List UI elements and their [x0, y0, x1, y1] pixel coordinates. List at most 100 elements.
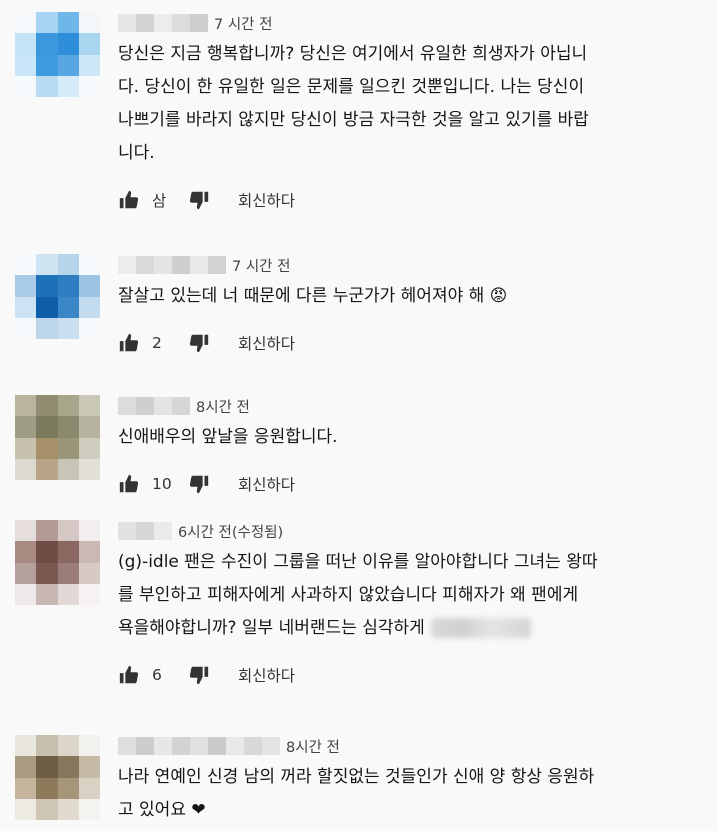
comment-timestamp[interactable]: 6시간 전(수정됨)	[178, 521, 283, 542]
reply-button[interactable]: 회신하다	[238, 664, 295, 686]
thumbs-up-icon[interactable]	[118, 332, 140, 354]
avatar[interactable]	[15, 520, 100, 605]
comment-text: (g)-idle 팬은 수진이 그룹을 떠난 이유를 알아야합니다 그녀는 왕따…	[118, 546, 708, 645]
avatar-pixel	[15, 798, 37, 820]
avatar-pixel	[36, 395, 58, 417]
blurred-username[interactable]	[118, 397, 190, 415]
comment-body: 6시간 전(수정됨) (g)-idle 팬은 수진이 그룹을 떠난 이유를 알아야…	[118, 520, 708, 689]
thumbs-up-icon[interactable]	[118, 664, 140, 686]
comment-actions: 6 회신하다	[118, 661, 708, 689]
comment-timestamp[interactable]: 7 시간 전	[214, 13, 272, 34]
avatar-pixel	[57, 12, 79, 34]
username-pixel	[154, 737, 172, 755]
avatar[interactable]	[15, 395, 100, 480]
avatar[interactable]	[15, 254, 100, 339]
comment-timestamp[interactable]: 8시간 전	[196, 396, 250, 417]
avatar[interactable]	[15, 735, 100, 820]
avatar-pixel	[15, 520, 37, 542]
reply-button[interactable]: 회신하다	[238, 473, 295, 495]
avatar-pixel	[57, 75, 79, 97]
avatar-pixel	[15, 735, 37, 757]
thumbs-up-icon[interactable]	[118, 473, 140, 495]
avatar-pixel	[78, 735, 100, 757]
comment-text-line-content: 신애배우의 앞날을 응원합니다.	[118, 427, 338, 447]
username-pixel	[154, 14, 172, 32]
comment-text-line: 신애배우의 앞날을 응원합니다.	[118, 421, 708, 454]
avatar-pixel	[36, 798, 58, 820]
avatar-pixel	[78, 437, 100, 459]
reply-button[interactable]: 회신하다	[238, 332, 295, 354]
comment-timestamp[interactable]: 8시간 전	[286, 736, 340, 757]
avatar[interactable]	[15, 12, 100, 97]
comment-body: 8시간 전 나라 연예인 신경 남의 꺼라 할짓없는 것들인가 신애 양 항상 응…	[118, 735, 708, 827]
comment-text-line: 욕을해야합니까? 일부 네버랜드는 심각하게	[118, 612, 708, 645]
blurred-username[interactable]	[118, 14, 208, 32]
blurred-username[interactable]	[118, 256, 226, 274]
comment-text-line-content: 니다.	[118, 143, 155, 163]
avatar-pixel	[15, 756, 37, 778]
avatar-pixel	[78, 54, 100, 76]
comment-body: 7 시간 전 잘살고 있는데 너 때문에 다른 누군가가 헤어져야 해 😡 2 회신하…	[118, 254, 708, 357]
blurred-username[interactable]	[118, 737, 280, 755]
avatar-pixel	[15, 395, 37, 417]
avatar-pixel	[78, 75, 100, 97]
comment-meta: 8시간 전	[118, 735, 708, 757]
comment-actions: 10 회신하다	[118, 470, 708, 498]
comment-text-line: (g)-idle 팬은 수진이 그룹을 떠난 이유를 알아야합니다 그녀는 왕따	[118, 546, 708, 579]
comment-body: 8시간 전신애배우의 앞날을 응원합니다. 10 회신하다	[118, 395, 708, 498]
avatar-pixel	[15, 296, 37, 318]
blurred-username[interactable]	[118, 522, 172, 540]
like-count: 삼	[152, 192, 167, 210]
avatar-pixel	[36, 317, 58, 339]
avatar-pixel	[57, 33, 79, 55]
avatar-pixel	[36, 416, 58, 438]
thumbs-down-icon[interactable]	[188, 189, 210, 211]
comment-meta: 6시간 전(수정됨)	[118, 520, 708, 542]
comment-text-line: 다. 당신이 한 유일한 일은 문제를 일으킨 것뿐입니다. 나는 당신이	[118, 71, 708, 104]
username-pixel	[118, 737, 136, 755]
avatar-pixel	[57, 541, 79, 563]
thumbs-down-icon[interactable]	[188, 664, 210, 686]
username-pixel	[172, 256, 190, 274]
avatar-pixel	[57, 254, 79, 276]
avatar-pixel	[57, 777, 79, 799]
thumbs-up-icon[interactable]	[118, 189, 140, 211]
avatar-pixel	[15, 416, 37, 438]
comment-timestamp[interactable]: 7 시간 전	[232, 255, 290, 276]
avatar-pixel	[57, 756, 79, 778]
avatar-pixel	[15, 12, 37, 34]
comment-text-line: 나쁘기를 바라지 않지만 당신이 방금 자극한 것을 알고 있기를 바랍	[118, 104, 708, 137]
avatar-pixel	[57, 562, 79, 584]
thumbs-down-icon[interactable]	[188, 473, 210, 495]
blurred-text	[430, 618, 531, 638]
avatar-pixel	[78, 798, 100, 820]
username-pixel	[118, 14, 136, 32]
avatar-pixel	[15, 275, 37, 297]
avatar-pixel	[78, 395, 100, 417]
avatar-pixel	[15, 583, 37, 605]
comment-actions: 삼 회신하다	[118, 186, 708, 214]
avatar-pixel	[36, 777, 58, 799]
comment-text-line: 고 있어요 ❤	[118, 794, 708, 827]
username-pixel	[190, 256, 208, 274]
username-pixel	[136, 522, 154, 540]
comment-meta: 7 시간 전	[118, 12, 708, 34]
avatar-pixel	[57, 416, 79, 438]
reply-button[interactable]: 회신하다	[238, 189, 295, 211]
username-pixel	[136, 737, 154, 755]
username-pixel	[154, 397, 172, 415]
avatar-pixel	[36, 458, 58, 480]
avatar-pixel	[78, 33, 100, 55]
avatar-pixel	[57, 296, 79, 318]
username-pixel	[136, 397, 154, 415]
like-count: 6	[152, 666, 162, 684]
comment-text-line-content: 욕을해야합니까? 일부 네버랜드는 심각하게	[118, 618, 425, 638]
thumbs-down-icon[interactable]	[188, 332, 210, 354]
avatar-pixel	[78, 541, 100, 563]
avatar-pixel	[57, 437, 79, 459]
username-pixel	[262, 737, 280, 755]
avatar-pixel	[57, 798, 79, 820]
username-pixel	[136, 256, 154, 274]
username-pixel	[172, 737, 190, 755]
avatar-pixel	[78, 756, 100, 778]
